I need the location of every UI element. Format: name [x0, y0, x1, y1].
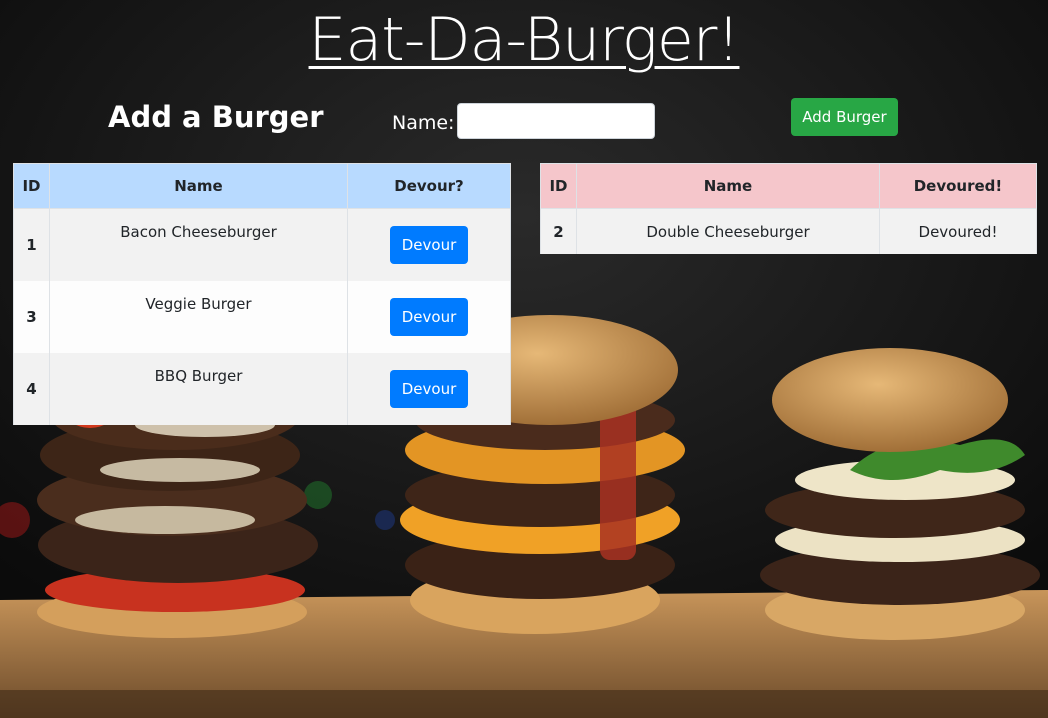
burger-name-input[interactable]	[457, 103, 655, 139]
table-row: 3 Veggie Burger Devour	[13, 281, 511, 353]
page-title: Eat-Da-Burger!	[308, 5, 741, 75]
burger-name: BBQ Burger	[49, 353, 348, 425]
name-label: Name:	[392, 112, 455, 134]
column-header-id: ID	[13, 163, 50, 209]
column-header-devoured: Devoured!	[879, 163, 1037, 209]
devour-cell: Devour	[347, 281, 511, 353]
burger-id: 2	[540, 208, 577, 254]
table-header-row: ID Name Devoured!	[540, 163, 1037, 209]
devoured-status: Devoured!	[879, 208, 1037, 254]
devour-button[interactable]: Devour	[390, 370, 468, 408]
devoured-burgers-table: ID Name Devoured! 2 Double Cheeseburger …	[540, 163, 1037, 254]
add-burger-button[interactable]: Add Burger	[791, 98, 898, 136]
column-header-name: Name	[576, 163, 880, 209]
burger-name: Bacon Cheeseburger	[49, 208, 348, 281]
burger-name: Veggie Burger	[49, 281, 348, 353]
devour-cell: Devour	[347, 208, 511, 281]
column-header-id: ID	[540, 163, 577, 209]
column-header-name: Name	[49, 163, 348, 209]
add-burger-heading: Add a Burger	[108, 100, 324, 134]
column-header-devour: Devour?	[347, 163, 511, 209]
devour-button[interactable]: Devour	[390, 226, 468, 264]
table-row: 1 Bacon Cheeseburger Devour	[13, 208, 511, 281]
burger-name: Double Cheeseburger	[576, 208, 880, 254]
table-row: 4 BBQ Burger Devour	[13, 353, 511, 425]
devour-button[interactable]: Devour	[390, 298, 468, 336]
burgers-to-devour-table: ID Name Devour? 1 Bacon Cheeseburger Dev…	[13, 163, 511, 425]
table-header-row: ID Name Devour?	[13, 163, 511, 209]
table-row: 2 Double Cheeseburger Devoured!	[540, 208, 1037, 254]
burger-id: 1	[13, 208, 50, 281]
burger-id: 4	[13, 353, 50, 425]
devour-cell: Devour	[347, 353, 511, 425]
burger-id: 3	[13, 281, 50, 353]
